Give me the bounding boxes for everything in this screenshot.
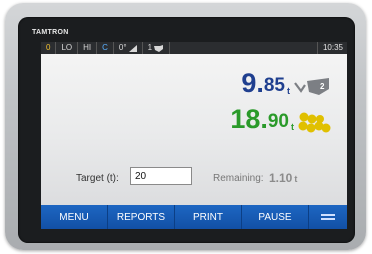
menu-bar: MENU REPORTS PRINT PAUSE <box>41 205 347 229</box>
print-button[interactable]: PRINT <box>175 205 242 229</box>
remaining-display: 1.10 t <box>269 171 297 185</box>
pause-button[interactable]: PAUSE <box>242 205 309 229</box>
bucket-small-icon <box>154 44 164 52</box>
mode-indicator: C <box>97 42 114 54</box>
total-weight-integer: 18. <box>230 104 268 134</box>
target-input[interactable] <box>130 167 192 185</box>
main-screen: 9. 85 t 2 18. 90 t Target (t): Remaining… <box>41 54 347 205</box>
bucket-weight-row: 9. 85 t 2 <box>241 70 333 97</box>
total-weight-unit: t <box>291 122 294 132</box>
tilt-indicator: 0° <box>114 42 143 54</box>
status-bar: 0 LO HI C 0° 1 10:35 <box>41 42 347 54</box>
brand-logo: TAMTRON <box>32 29 69 36</box>
tilt-icon <box>128 44 137 52</box>
target-label: Target (t): <box>76 173 119 184</box>
bucket-weight-unit: t <box>287 86 290 96</box>
bucket-count-value: 1 <box>147 43 153 52</box>
bucket-weight-decimal: 85 <box>263 75 285 96</box>
bucket-weight-integer: 9. <box>241 68 264 98</box>
bucket-count-indicator: 1 <box>143 42 171 54</box>
menu-button[interactable]: MENU <box>41 205 108 229</box>
menu-lines-icon <box>321 214 335 220</box>
zero-indicator: 0 <box>41 42 57 54</box>
total-weight-row: 18. 90 t <box>230 106 333 133</box>
more-button[interactable] <box>309 205 347 229</box>
clock: 10:35 <box>316 42 347 54</box>
svg-text:2: 2 <box>320 82 325 91</box>
hi-indicator: HI <box>78 42 98 54</box>
pile-icon <box>298 112 331 133</box>
remaining-label: Remaining: <box>213 173 264 184</box>
total-weight-decimal: 90 <box>267 111 289 132</box>
lo-indicator: LO <box>56 42 79 54</box>
remaining-value: 1.10 <box>269 171 293 185</box>
bucket-2-icon: 2 <box>294 78 329 95</box>
remaining-unit: t <box>294 174 298 184</box>
tilt-value: 0° <box>118 43 127 52</box>
reports-button[interactable]: REPORTS <box>108 205 175 229</box>
